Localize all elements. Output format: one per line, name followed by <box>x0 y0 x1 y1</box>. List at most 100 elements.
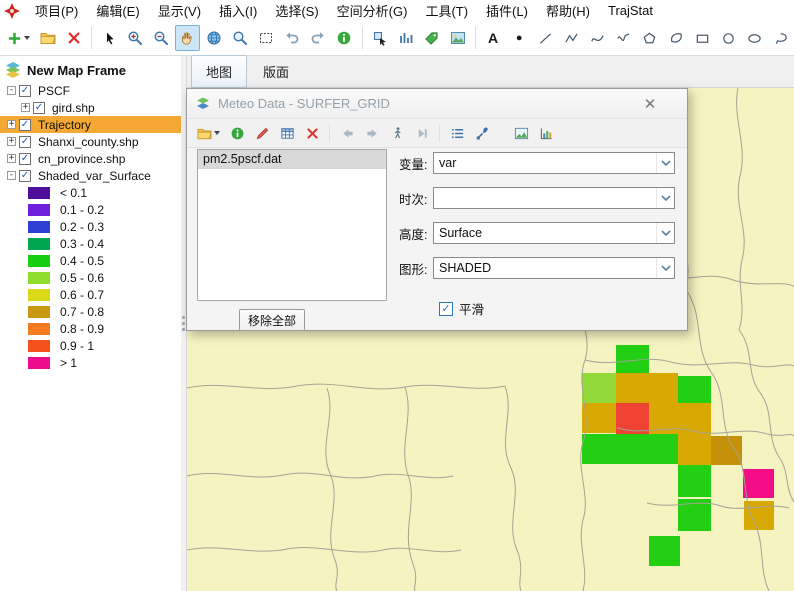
text-tool-button[interactable]: A <box>481 25 505 51</box>
layer-label[interactable]: gird.shp <box>48 101 99 115</box>
tab-map[interactable]: 地图 <box>191 55 247 88</box>
layer-checkbox[interactable]: ✓ <box>19 85 31 97</box>
zoom-window-button[interactable] <box>228 25 252 51</box>
combo-dropdown-icon[interactable] <box>656 153 674 173</box>
expander-box[interactable]: - <box>7 171 16 180</box>
data-file-list[interactable]: pm2.5pscf.dat <box>197 149 387 301</box>
layer-row[interactable]: +✓Shanxi_county.shp <box>0 133 181 150</box>
identify-feature-button[interactable] <box>367 25 391 51</box>
pscf-grid-cell <box>678 376 711 403</box>
dialog-close-button[interactable]: ✕ <box>639 93 661 115</box>
full-extent-button[interactable] <box>202 25 226 51</box>
menu-item[interactable]: 插入(I) <box>210 0 266 22</box>
remove-all-button[interactable]: 移除全部 <box>239 309 305 331</box>
layer-checkbox[interactable]: ✓ <box>33 102 45 114</box>
dialog-titlebar[interactable]: Meteo Data - SURFER_GRID ✕ <box>187 89 687 119</box>
polyline-tool-button[interactable] <box>559 25 583 51</box>
menu-item[interactable]: 选择(S) <box>266 0 327 22</box>
curve-polygon-tool-button[interactable] <box>664 25 688 51</box>
polygon-tool-button[interactable] <box>638 25 662 51</box>
select-pointer-button[interactable] <box>97 25 121 51</box>
menu-item[interactable]: 项目(P) <box>26 0 87 22</box>
menu-item[interactable]: 插件(L) <box>477 0 537 22</box>
menu-item[interactable]: 工具(T) <box>416 0 477 22</box>
zoom-in-button[interactable] <box>123 25 147 51</box>
county-boundary-line <box>505 386 521 591</box>
dialog-chart-button[interactable] <box>509 122 533 144</box>
dialog-step-button[interactable] <box>410 122 434 144</box>
info-icon <box>336 30 352 46</box>
statistics-bars-button[interactable] <box>394 25 418 51</box>
dialog-bar-chart-button[interactable] <box>534 122 558 144</box>
layer-row[interactable]: -✓Shaded_var_Surface <box>0 167 181 184</box>
menu-item[interactable]: 编辑(E) <box>87 0 148 22</box>
smooth-option[interactable]: ✓ 平滑 <box>439 299 484 318</box>
layer-row[interactable]: -✓PSCF <box>0 82 181 99</box>
dialog-info-button[interactable] <box>225 122 249 144</box>
dialog-settings-button[interactable] <box>470 122 494 144</box>
menu-item[interactable]: 帮助(H) <box>537 0 599 22</box>
ellipse-tool-button[interactable] <box>743 25 767 51</box>
image-export-button[interactable] <box>446 25 470 51</box>
info-button[interactable] <box>332 25 356 51</box>
new-layer-button[interactable] <box>4 25 34 51</box>
expander-box[interactable]: + <box>7 120 16 129</box>
circle-tool-button[interactable] <box>716 25 740 51</box>
layer-label[interactable]: Shanxi_county.shp <box>34 135 143 149</box>
line-tool-button[interactable] <box>533 25 557 51</box>
select-rectangle-button[interactable] <box>254 25 278 51</box>
layer-row[interactable]: +✓cn_province.shp <box>0 150 181 167</box>
open-project-button[interactable] <box>36 25 60 51</box>
point-tool-button[interactable]: ● <box>507 25 531 51</box>
legend-swatch <box>28 272 50 284</box>
menu-item[interactable]: 显示(V) <box>149 0 210 22</box>
file-list-item[interactable]: pm2.5pscf.dat <box>198 150 386 169</box>
layer-checkbox[interactable]: ✓ <box>19 136 31 148</box>
map-frame-row[interactable]: New Map Frame <box>0 59 181 82</box>
layer-row[interactable]: +✓Trajectory <box>0 116 181 133</box>
layer-checkbox[interactable]: ✓ <box>19 153 31 165</box>
expander-box[interactable]: - <box>7 86 16 95</box>
dialog-table-button[interactable] <box>275 122 299 144</box>
zoom-out-icon <box>153 30 169 46</box>
dialog-forward-button[interactable] <box>360 122 384 144</box>
pan-button[interactable] <box>175 25 199 51</box>
field-combo[interactable]: var <box>433 152 675 174</box>
dialog-draw-button[interactable] <box>250 122 274 144</box>
layer-checkbox[interactable]: ✓ <box>19 170 31 182</box>
layer-row[interactable]: +✓gird.shp <box>0 99 181 116</box>
undo-button[interactable] <box>280 25 304 51</box>
rectangle-tool-button[interactable] <box>690 25 714 51</box>
layer-checkbox[interactable]: ✓ <box>19 119 31 131</box>
menu-item[interactable]: 空间分析(G) <box>328 0 417 22</box>
free-curve-tool-button[interactable] <box>612 25 636 51</box>
freehand-polygon-tool-button[interactable] <box>769 25 793 51</box>
dialog-remove-button[interactable] <box>300 122 324 144</box>
dialog-open-button[interactable] <box>193 122 224 144</box>
expander-box[interactable]: + <box>7 137 16 146</box>
dialog-back-button[interactable] <box>335 122 359 144</box>
layer-label[interactable]: PSCF <box>34 84 74 98</box>
close-project-button[interactable] <box>62 25 86 51</box>
layer-label[interactable]: Trajectory <box>34 118 95 132</box>
combo-dropdown-icon[interactable] <box>656 258 674 278</box>
field-combo[interactable] <box>433 187 675 209</box>
curve-tool-button[interactable] <box>586 25 610 51</box>
expander-box[interactable]: + <box>21 103 30 112</box>
layer-label[interactable]: Shaded_var_Surface <box>34 169 155 183</box>
tab-layout[interactable]: 版面 <box>249 56 303 87</box>
menu-item[interactable]: TrajStat <box>599 1 662 20</box>
county-boundary-line <box>737 88 745 330</box>
zoom-out-button[interactable] <box>149 25 173 51</box>
redo-button[interactable] <box>306 25 330 51</box>
layer-label[interactable]: cn_province.shp <box>34 152 129 166</box>
label-button[interactable] <box>420 25 444 51</box>
combo-dropdown-icon[interactable] <box>656 188 674 208</box>
combo-dropdown-icon[interactable] <box>656 223 674 243</box>
smooth-checkbox[interactable]: ✓ <box>439 302 453 316</box>
field-combo[interactable]: SHADED <box>433 257 675 279</box>
field-combo[interactable]: Surface <box>433 222 675 244</box>
expander-box[interactable]: + <box>7 154 16 163</box>
dialog-list-button[interactable] <box>445 122 469 144</box>
dialog-run-button[interactable] <box>385 122 409 144</box>
